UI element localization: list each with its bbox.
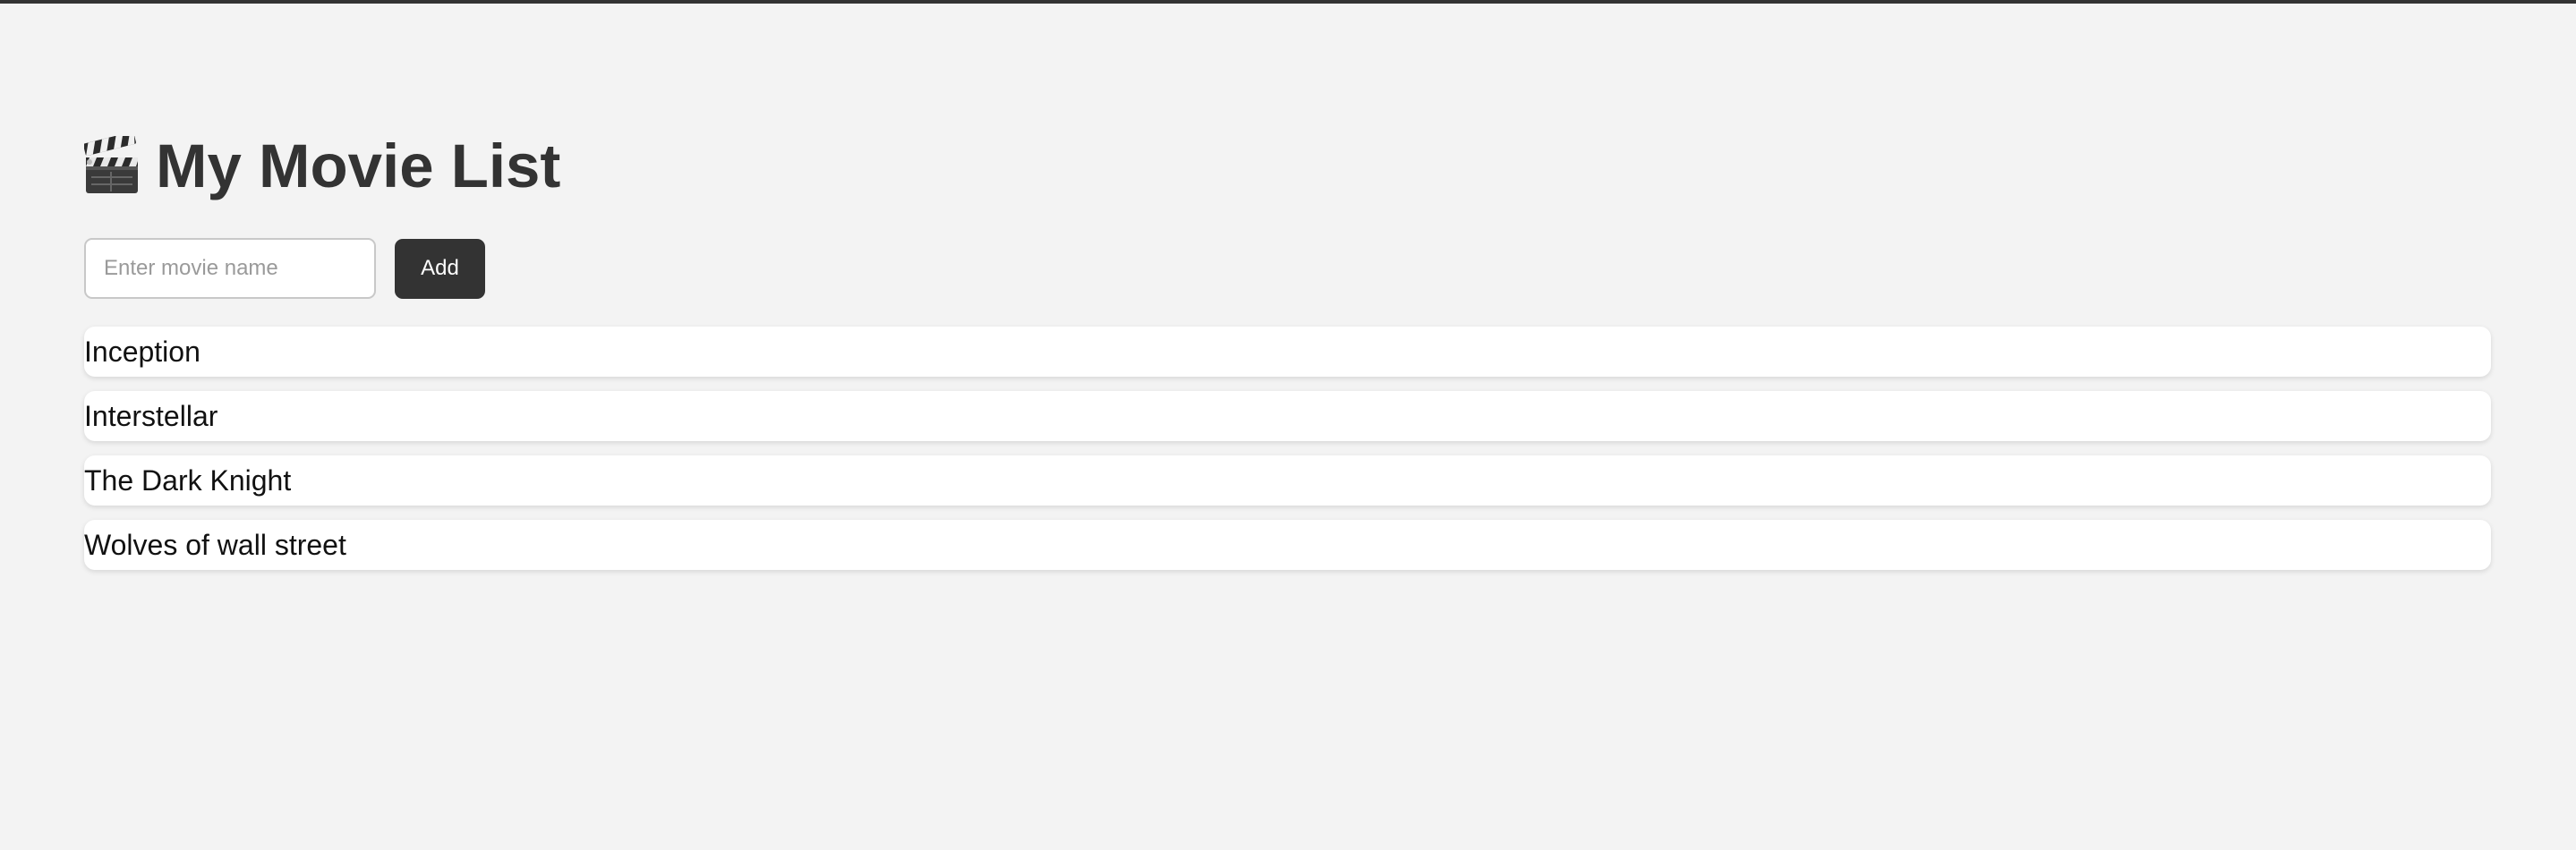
movie-list-item[interactable]: Interstellar xyxy=(84,391,2491,441)
app-container: My Movie List Add Inception Interstellar… xyxy=(84,125,2491,584)
movie-name-input[interactable] xyxy=(84,238,376,299)
movie-list-item[interactable]: Inception xyxy=(84,327,2491,377)
movie-list-item[interactable]: Wolves of wall street xyxy=(84,520,2491,570)
movie-list-item[interactable]: The Dark Knight xyxy=(84,455,2491,506)
add-button[interactable]: Add xyxy=(395,238,485,299)
top-border xyxy=(0,0,2576,4)
page-title: My Movie List xyxy=(156,131,561,200)
header: My Movie List xyxy=(84,125,2491,206)
clapper-board-icon xyxy=(84,136,140,195)
add-movie-form: Add xyxy=(84,238,2491,299)
movie-list: Inception Interstellar The Dark Knight W… xyxy=(84,327,2491,570)
